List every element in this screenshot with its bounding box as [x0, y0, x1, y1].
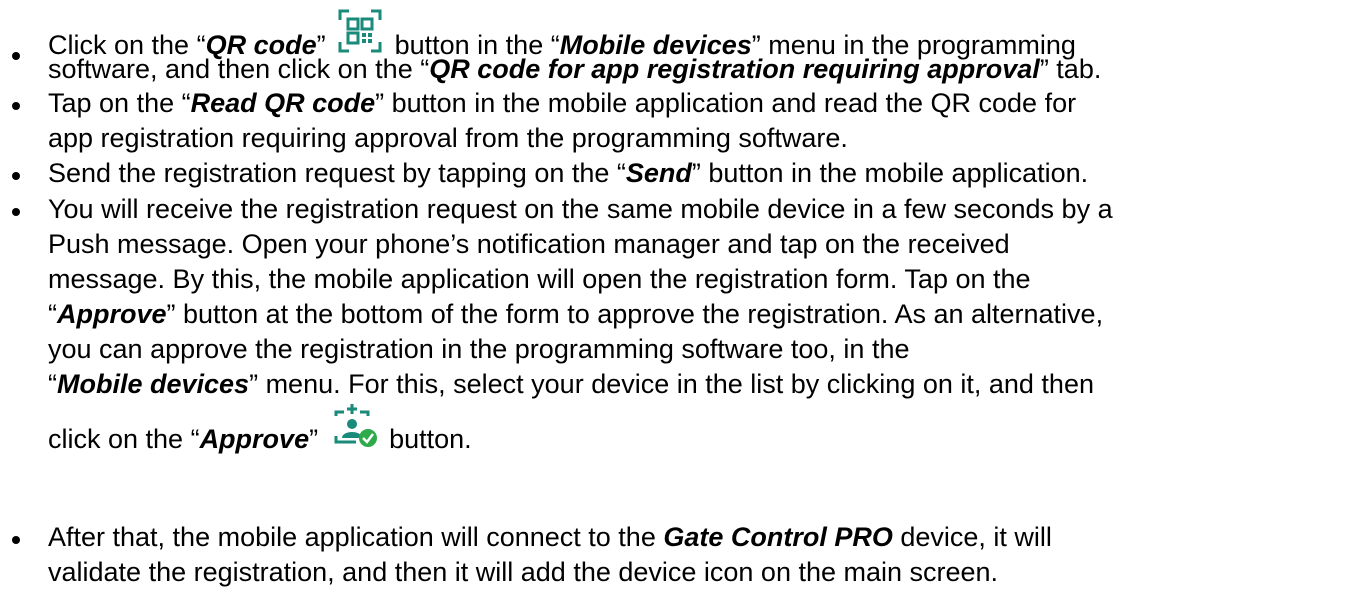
list-item: After that, the mobile application will … — [0, 520, 1298, 590]
text-line: “Approve” button at the bottom of the fo… — [48, 297, 1298, 332]
bullet-dot — [12, 102, 20, 110]
text-line: After that, the mobile application will … — [48, 520, 1298, 555]
emphasis: Read QR code — [190, 88, 376, 118]
list-item: Send the registration request by tapping… — [0, 156, 1298, 191]
text-line: app registration requiring approval from… — [48, 121, 1298, 156]
list-item: Click on the “QR code” button in the “Mo… — [0, 8, 1298, 87]
bullet-dot — [12, 172, 20, 180]
bullet-dot — [12, 536, 20, 544]
text: ” button in the mobile application. — [691, 158, 1089, 188]
emphasis: Approve — [199, 424, 310, 454]
text: You will receive the registration reques… — [48, 194, 1113, 224]
text: “ — [48, 299, 57, 329]
document-page: Click on the “QR code” button in the “Mo… — [0, 0, 1347, 595]
text: device, it will — [892, 522, 1052, 552]
emphasis: Mobile devices — [57, 369, 250, 399]
text: ” menu. For this, select your device in … — [249, 369, 1094, 399]
text-line: “Mobile devices” menu. For this, select … — [48, 367, 1298, 402]
emphasis: Send — [625, 158, 692, 188]
text-line: you can approve the registration in the … — [48, 332, 1298, 367]
text-line: You will receive the registration reques… — [48, 192, 1298, 227]
text: ” tab. — [1039, 54, 1102, 84]
text: Push message. Open your phone’s notifica… — [48, 229, 1010, 259]
text: Send the registration request by tapping… — [48, 158, 626, 188]
text: validate the registration, and then it w… — [48, 557, 999, 587]
text-line: software, and then click on the “QR code… — [48, 52, 1298, 87]
emphasis: Approve — [57, 299, 167, 329]
approve-user-icon — [330, 402, 378, 470]
text-line: Push message. Open your phone’s notifica… — [48, 227, 1298, 262]
list-item: Tap on the “Read QR code” button in the … — [0, 86, 1298, 156]
emphasis: QR code for app registration requiring a… — [429, 54, 1040, 84]
text: “ — [48, 369, 57, 399]
text: software, and then click on the “ — [48, 54, 430, 84]
text: app registration requiring approval from… — [48, 123, 848, 153]
text-line: message. By this, the mobile application… — [48, 262, 1298, 297]
text: button. — [381, 424, 472, 454]
text: ” button in the mobile application and r… — [375, 88, 1077, 118]
text-line: click on the “Approve” button. — [48, 402, 1298, 454]
bullet-dot — [12, 52, 20, 60]
text: ” button at the bottom of the form to ap… — [166, 299, 1104, 329]
text-line: validate the registration, and then it w… — [48, 555, 1298, 590]
text-line: Tap on the “Read QR code” button in the … — [48, 86, 1298, 121]
text: After that, the mobile application will … — [48, 522, 664, 552]
list-item: You will receive the registration reques… — [0, 192, 1298, 454]
text-line: Click on the “QR code” button in the “Mo… — [48, 8, 1298, 60]
emphasis: Gate Control PRO — [663, 522, 893, 552]
text: you can approve the registration in the … — [48, 334, 910, 364]
text: ” — [309, 424, 326, 454]
text: message. By this, the mobile application… — [48, 264, 1031, 294]
text: Tap on the “ — [48, 88, 191, 118]
bullet-dot — [12, 208, 20, 216]
text-line: Send the registration request by tapping… — [48, 156, 1298, 191]
text: click on the “ — [48, 424, 200, 454]
